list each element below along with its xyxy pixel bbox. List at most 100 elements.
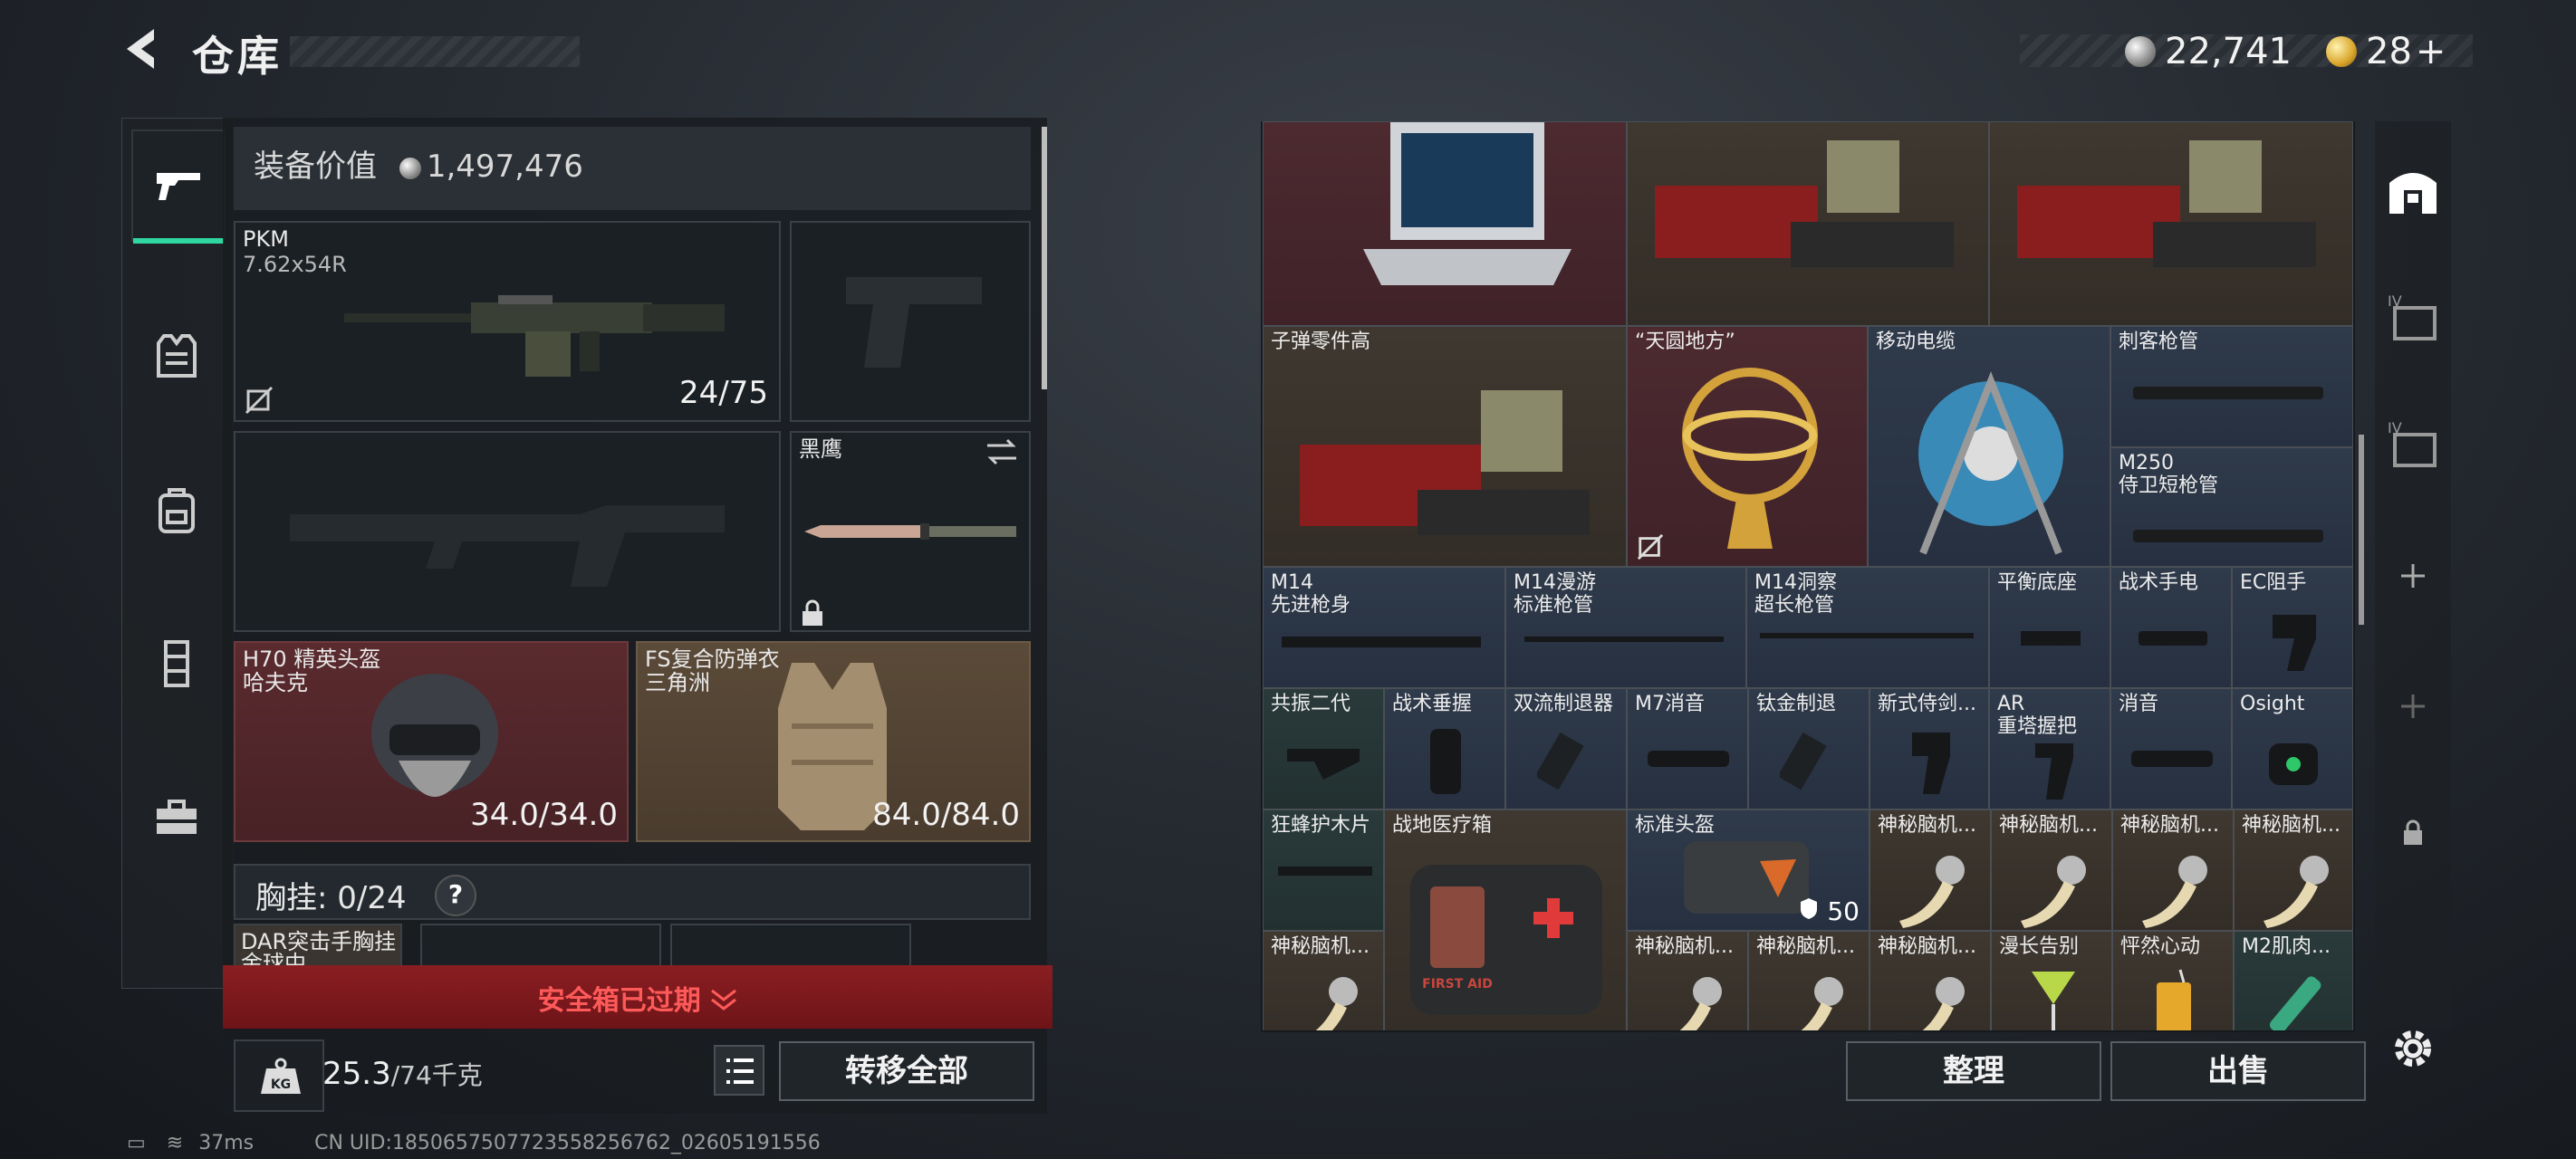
storage-tab-iv-1[interactable]: IV bbox=[2377, 281, 2449, 353]
dual-muzzle-brake-item[interactable]: 双流制退器 bbox=[1505, 688, 1627, 809]
armor-slot[interactable]: FS复合防弹衣 三角洲 84.0/84.0 bbox=[636, 641, 1031, 842]
armillary-sphere-item[interactable]: “天圆地方” bbox=[1627, 326, 1868, 567]
storage-scrollbar[interactable] bbox=[2359, 435, 2364, 625]
helmet-slot[interactable]: H70 精英头盔 哈夫克 34.0/34.0 bbox=[234, 641, 629, 842]
tactical-flashlight-item[interactable]: 战术手电 bbox=[2110, 567, 2232, 688]
mystery-bci-item[interactable]: 神秘脑机... bbox=[2234, 809, 2353, 931]
suppressor-image bbox=[1648, 751, 1729, 767]
mystery-bci-item[interactable]: 神秘脑机... bbox=[1263, 931, 1384, 1030]
melee-slot[interactable]: 黑鹰 bbox=[790, 431, 1031, 632]
helmet-bag-image bbox=[1684, 841, 1809, 914]
nav-backpack[interactable] bbox=[131, 455, 222, 564]
durability-badge: 50 bbox=[1799, 896, 1860, 926]
sell-button[interactable]: 出售 bbox=[2110, 1041, 2366, 1101]
chest-rig-item[interactable]: DAR突击手胸挂 金球中 bbox=[234, 924, 402, 976]
item-name: 神秘脑机... bbox=[1878, 935, 1976, 958]
storage-main-tab[interactable] bbox=[2377, 154, 2449, 226]
m14-receiver-item[interactable]: M14 先进枪身 bbox=[1263, 567, 1505, 688]
chest-rig-slot-3[interactable] bbox=[670, 924, 911, 969]
mystery-bci-item[interactable]: 神秘脑机... bbox=[1627, 931, 1748, 1030]
assassin-barrel-item[interactable]: 刺客枪管 bbox=[2110, 326, 2353, 447]
ar-grip-item[interactable]: AR 重塔握把 bbox=[1989, 688, 2110, 809]
briefcase-icon bbox=[157, 800, 197, 834]
item-name: 神秘脑机... bbox=[1878, 814, 1976, 837]
item-name: 怦然心动 bbox=[2120, 935, 2201, 958]
ec-handstop-item[interactable]: EC阻手 bbox=[2232, 567, 2353, 688]
safe-box-expired-banner[interactable]: 安全箱已过期 bbox=[223, 965, 1053, 1029]
ammo-parts-crate-1[interactable] bbox=[1627, 121, 1989, 326]
m2-muscle-injector-item[interactable]: M2肌肉... bbox=[2234, 931, 2353, 1030]
nav-armor[interactable] bbox=[131, 302, 222, 410]
nav-weapons[interactable] bbox=[131, 129, 226, 244]
m250-barrel-item[interactable]: M250 侍卫短枪管 bbox=[2110, 447, 2353, 567]
list-view-button[interactable] bbox=[714, 1045, 764, 1096]
settings-button[interactable] bbox=[2377, 1012, 2449, 1085]
ammo-crate-image bbox=[2017, 140, 2316, 267]
barrel-image bbox=[2133, 530, 2323, 542]
tactical-vertical-grip-item[interactable]: 战术垂握 bbox=[1384, 688, 1505, 809]
cable-reel-image bbox=[1918, 371, 2063, 555]
gear-icon bbox=[2395, 1030, 2431, 1067]
item-name: M14漫游 标准枪管 bbox=[1514, 571, 1596, 617]
page-title: 仓库 bbox=[192, 32, 283, 81]
resonance-grip-item[interactable]: 共振二代 bbox=[1263, 688, 1384, 809]
primary-weapon-slot[interactable]: PKM 7.62x54R 24/75 bbox=[234, 221, 781, 422]
laptop-item[interactable] bbox=[1263, 121, 1627, 326]
bullet-parts-crate[interactable]: 子弹零件高 bbox=[1263, 326, 1627, 567]
weight-indicator: KG bbox=[234, 1039, 324, 1112]
knife-image bbox=[804, 523, 1016, 540]
list-icon bbox=[726, 1058, 754, 1084]
gold-currency[interactable]: 28 + bbox=[2326, 31, 2446, 72]
brain-chip-image bbox=[2021, 856, 2086, 928]
ammo-parts-crate-2[interactable] bbox=[1989, 121, 2353, 326]
m7-suppressor-item[interactable]: M7消音 bbox=[1627, 688, 1748, 809]
hornet-handguard-item[interactable]: 狂蜂护木片 bbox=[1263, 809, 1384, 931]
transfer-all-button[interactable]: 转移全部 bbox=[779, 1041, 1034, 1101]
chest-rig-help-button[interactable]: ? bbox=[435, 875, 476, 916]
mystery-bci-item[interactable]: 神秘脑机... bbox=[1991, 809, 2112, 931]
add-storage-button-2[interactable] bbox=[2377, 670, 2449, 742]
mystery-bci-item[interactable]: 神秘脑机... bbox=[1748, 931, 1870, 1030]
field-medkit-item[interactable]: 战地医疗箱 FIRST AID bbox=[1384, 809, 1627, 1030]
loadout-scrollbar[interactable] bbox=[1042, 127, 1047, 389]
chest-rig-slot-2[interactable] bbox=[420, 924, 661, 969]
m14-standard-barrel-item[interactable]: M14漫游 标准枪管 bbox=[1505, 567, 1746, 688]
mystery-bci-item[interactable]: 神秘脑机... bbox=[1870, 809, 1991, 931]
gun-icon bbox=[157, 173, 200, 200]
equipment-value-label: 装备价值 bbox=[254, 148, 377, 185]
pistol-slot[interactable] bbox=[790, 221, 1031, 422]
osight-item[interactable]: Osight bbox=[2232, 688, 2353, 809]
secondary-weapon-slot[interactable] bbox=[234, 431, 781, 632]
silver-coin-icon bbox=[2125, 36, 2156, 67]
barrel-image bbox=[2133, 387, 2323, 399]
back-chevron-icon[interactable] bbox=[118, 24, 168, 74]
safe-box-expired-row: 安全箱已过期 bbox=[223, 978, 1053, 1018]
helmet-brand: 哈夫克 bbox=[243, 670, 308, 695]
suppressor-item[interactable]: 消音 bbox=[2110, 688, 2232, 809]
armor-brand: 三角洲 bbox=[645, 670, 710, 695]
item-name: 移动电缆 bbox=[1876, 330, 1956, 353]
titanium-brake-item[interactable]: 钛金制退 bbox=[1748, 688, 1870, 809]
heartbeat-item[interactable]: 怦然心动 bbox=[2112, 931, 2234, 1030]
nav-case[interactable] bbox=[131, 763, 222, 872]
chevron-down-icon bbox=[710, 986, 737, 1018]
add-gold-button[interactable]: + bbox=[2416, 31, 2446, 72]
item-name: 神秘脑机... bbox=[1635, 935, 1734, 958]
cable-reel-item[interactable]: 移动电缆 bbox=[1868, 326, 2110, 567]
mystery-bci-item[interactable]: 神秘脑机... bbox=[1870, 931, 1991, 1030]
item-name: M7消音 bbox=[1635, 693, 1705, 715]
storage-tab-iv-2[interactable]: IV bbox=[2377, 407, 2449, 480]
standard-helmet-item[interactable]: 标准头盔 50 bbox=[1627, 809, 1870, 931]
add-storage-button-1[interactable] bbox=[2377, 540, 2449, 612]
balance-base-item[interactable]: 平衡底座 bbox=[1989, 567, 2110, 688]
long-goodbye-item[interactable]: 漫长告别 bbox=[1991, 931, 2112, 1030]
new-grip-item[interactable]: 新式侍剑... bbox=[1870, 688, 1989, 809]
ammo-crate-image bbox=[1655, 140, 1954, 267]
locked-storage-slot[interactable] bbox=[2377, 797, 2449, 869]
nav-chest-rig[interactable] bbox=[131, 609, 222, 718]
armillary-sphere-image bbox=[1682, 368, 1818, 549]
swap-icon[interactable] bbox=[984, 438, 1020, 465]
organize-button[interactable]: 整理 bbox=[1846, 1041, 2101, 1101]
mystery-bci-item[interactable]: 神秘脑机... bbox=[2112, 809, 2234, 931]
m14-long-barrel-item[interactable]: M14洞察 超长枪管 bbox=[1746, 567, 1989, 688]
